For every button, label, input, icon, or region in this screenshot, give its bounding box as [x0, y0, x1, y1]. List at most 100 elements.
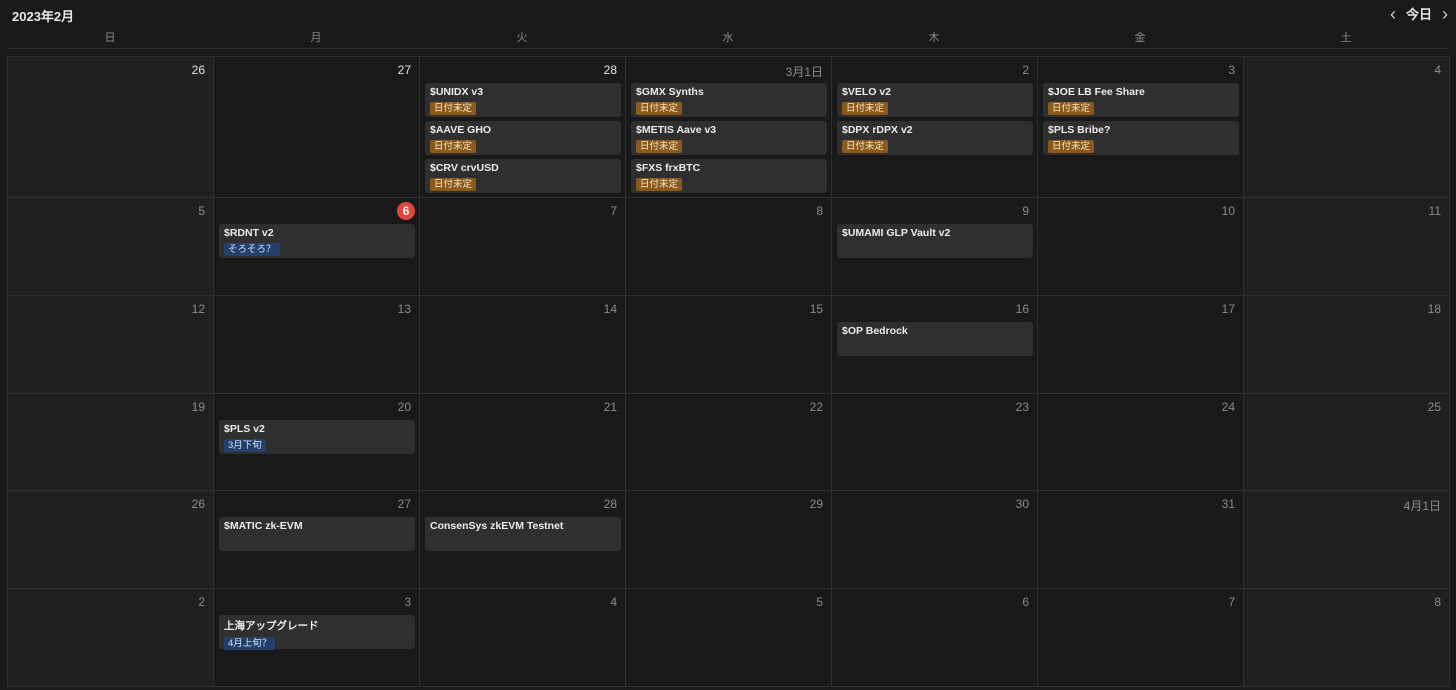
- day-cell[interactable]: 27 $MATIC zk-EVM: [214, 491, 420, 590]
- day-number: 31: [1221, 497, 1235, 512]
- day-cell[interactable]: 22: [626, 393, 832, 492]
- event-card[interactable]: $MATIC zk-EVM: [219, 517, 415, 552]
- day-cell[interactable]: 28 ConsenSys zkEVM Testnet: [420, 491, 626, 590]
- event-status-tag: 日付未定: [636, 102, 683, 115]
- event-status-tag: 日付未定: [842, 102, 889, 115]
- day-number: 16: [1015, 301, 1029, 316]
- event-title: $UNIDX v3: [430, 86, 484, 98]
- event-card[interactable]: $AAVE GHO 日付未定: [425, 121, 621, 155]
- event-card[interactable]: $OP Bedrock: [837, 321, 1033, 356]
- event-card[interactable]: $FXS frxBTC 日付未定: [631, 159, 827, 193]
- event-title: 上海アップグレード: [224, 620, 319, 633]
- day-cell[interactable]: 14: [420, 295, 626, 394]
- day-cell[interactable]: 7: [1038, 589, 1244, 687]
- day-number: 19: [191, 399, 205, 414]
- day-cell[interactable]: 21: [420, 393, 626, 492]
- day-cell[interactable]: 17: [1038, 295, 1244, 394]
- day-number: 11: [1428, 204, 1441, 218]
- day-cell[interactable]: 16 $OP Bedrock: [832, 295, 1038, 394]
- day-number: 2: [1022, 63, 1029, 77]
- day-cell[interactable]: 11: [1244, 198, 1450, 296]
- event-card[interactable]: $PLS Bribe? 日付未定: [1043, 121, 1239, 155]
- day-cell[interactable]: 8: [626, 198, 832, 296]
- day-cell[interactable]: 20 $PLS v2 3月下旬: [214, 393, 420, 492]
- day-cell[interactable]: 26: [8, 491, 214, 590]
- event-title: $DPX rDPX v2: [842, 124, 913, 136]
- day-number: 28: [603, 63, 617, 77]
- day-cell[interactable]: 6: [832, 589, 1038, 687]
- event-card[interactable]: $VELO v2 日付未定: [837, 83, 1033, 117]
- day-number: 21: [603, 399, 617, 414]
- day-cell[interactable]: 28 $UNIDX v3 日付未定 $AAVE GHO 日付未定 $CRV crvUSD 日…: [420, 57, 626, 198]
- day-number: 27: [397, 63, 411, 77]
- event-card[interactable]: $CRV crvUSD 日付未定: [425, 159, 621, 193]
- day-number: 3: [1228, 63, 1235, 77]
- day-cell[interactable]: 26: [8, 57, 214, 198]
- month-title: 2023年2月: [12, 9, 75, 24]
- event-title: $PLS Bribe?: [1048, 124, 1111, 136]
- day-number: 4: [610, 595, 617, 610]
- chevron-right-icon[interactable]: ›: [1442, 5, 1448, 23]
- day-cell[interactable]: 29: [626, 491, 832, 590]
- day-cell[interactable]: 3月1日 $GMX Synths 日付未定 $METIS Aave v3 日付未定 $FX…: [626, 57, 832, 198]
- today-button[interactable]: 今日: [1406, 4, 1432, 23]
- day-cell[interactable]: 12: [8, 295, 214, 394]
- day-cell[interactable]: 3 上海アップグレード 4月上旬？: [214, 589, 420, 687]
- event-card[interactable]: $DPX rDPX v2 日付未定: [837, 121, 1033, 155]
- event-card[interactable]: $JOE LB Fee Share 日付未定: [1043, 83, 1239, 117]
- day-cell[interactable]: 6 $RDNT v2 そろそろ？: [214, 198, 420, 296]
- day-number: 4月1日: [1403, 499, 1441, 514]
- day-number: 26: [191, 497, 205, 512]
- event-status-tag: そろそろ？: [224, 243, 280, 256]
- event-title: $AAVE GHO: [430, 124, 492, 136]
- day-cell[interactable]: 30: [832, 491, 1038, 590]
- event-card[interactable]: $RDNT v2 そろそろ？: [219, 224, 415, 258]
- day-number: 25: [1427, 399, 1441, 414]
- day-cell[interactable]: 7: [420, 198, 626, 296]
- event-title: $MATIC zk-EVM: [224, 520, 303, 533]
- day-cell[interactable]: 24: [1038, 393, 1244, 492]
- event-card[interactable]: $UNIDX v3 日付未定: [425, 83, 621, 117]
- day-cell[interactable]: 13: [214, 295, 420, 394]
- weekday-label: 金: [1134, 32, 1146, 44]
- day-cell[interactable]: 5: [8, 198, 214, 296]
- day-cell[interactable]: 5: [626, 589, 832, 687]
- event-status-tag: 日付未定: [430, 178, 477, 191]
- event-title: $VELO v2: [842, 86, 892, 98]
- chevron-left-icon[interactable]: ‹: [1390, 5, 1396, 23]
- event-title: ConsenSys zkEVM Testnet: [430, 520, 564, 533]
- event-title: $METIS Aave v3: [636, 124, 717, 136]
- today-date-badge: 6: [397, 202, 415, 220]
- day-number: 13: [397, 301, 411, 316]
- day-cell[interactable]: 31: [1038, 491, 1244, 590]
- weekday-label: 木: [928, 32, 940, 44]
- event-title: $PLS v2: [224, 422, 265, 435]
- day-cell[interactable]: 9 $UMAMI GLP Vault v2: [832, 198, 1038, 296]
- day-cell[interactable]: 23: [832, 393, 1038, 492]
- event-card[interactable]: $UMAMI GLP Vault v2: [837, 224, 1033, 258]
- day-number: 10: [1221, 204, 1235, 218]
- day-cell[interactable]: 4: [420, 589, 626, 687]
- day-cell[interactable]: 3 $JOE LB Fee Share 日付未定 $PLS Bribe? 日付未定: [1038, 57, 1244, 198]
- day-cell[interactable]: 19: [8, 393, 214, 492]
- event-status-tag: 日付未定: [1048, 102, 1095, 115]
- day-cell[interactable]: 8: [1244, 589, 1450, 687]
- day-cell[interactable]: 2 $VELO v2 日付未定 $DPX rDPX v2 日付未定: [832, 57, 1038, 198]
- event-card[interactable]: 上海アップグレード 4月上旬？: [219, 615, 415, 651]
- day-cell[interactable]: 4月1日: [1244, 491, 1450, 590]
- event-card[interactable]: $METIS Aave v3 日付未定: [631, 121, 827, 155]
- event-card[interactable]: $PLS v2 3月下旬: [219, 419, 415, 454]
- day-cell[interactable]: 25: [1244, 393, 1450, 492]
- day-cell[interactable]: 15: [626, 295, 832, 394]
- day-number: 24: [1221, 399, 1235, 414]
- day-cell[interactable]: 27: [214, 57, 420, 198]
- day-number: 3月1日: [785, 65, 823, 79]
- day-cell[interactable]: 2: [8, 589, 214, 687]
- day-cell[interactable]: 10: [1038, 198, 1244, 296]
- day-cell[interactable]: 18: [1244, 295, 1450, 394]
- event-card[interactable]: $GMX Synths 日付未定: [631, 83, 827, 117]
- day-number: 8: [816, 204, 823, 218]
- day-number: 8: [1434, 595, 1441, 610]
- day-cell[interactable]: 4: [1244, 57, 1450, 198]
- event-card[interactable]: ConsenSys zkEVM Testnet: [425, 517, 621, 552]
